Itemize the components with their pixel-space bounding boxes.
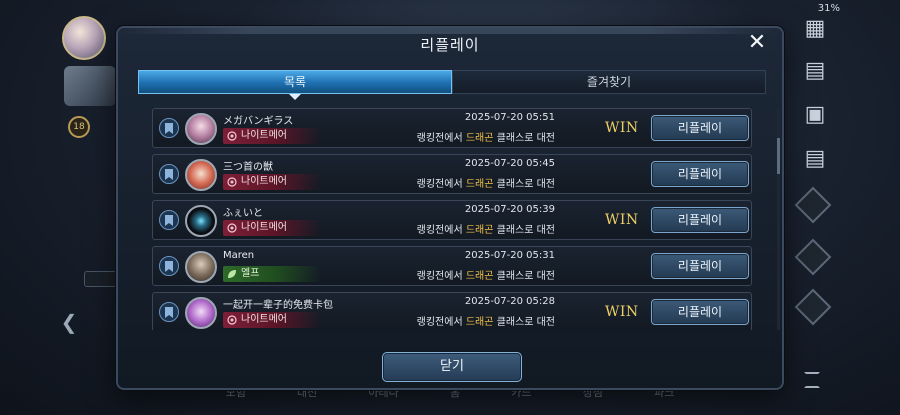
bookmark-icon[interactable]	[159, 302, 179, 322]
replay-description: 랭킹전에서 드래곤 클래스로 대전	[416, 225, 555, 236]
avatar	[185, 297, 217, 329]
level-badge: 18	[68, 116, 90, 138]
replay-row: Maren 엘프 2025-07-20 05:31 랭킹전에서 드래곤 클래스로…	[152, 246, 752, 286]
close-icon[interactable]: ✕	[746, 32, 768, 54]
replay-description: 랭킹전에서 드래곤 클래스로 대전	[416, 271, 555, 282]
replay-date: 2025-07-20 05:45	[464, 158, 555, 169]
player-name: 一起开一辈子的免费卡包	[223, 300, 333, 311]
elf-class-icon	[228, 270, 236, 278]
bookmark-icon[interactable]	[159, 164, 179, 184]
nightmare-class-icon	[227, 131, 237, 141]
replay-button[interactable]: 리플레이	[651, 253, 749, 279]
replay-description: 랭킹전에서 드래곤 클래스로 대전	[416, 317, 555, 328]
gift-icon[interactable]: ▣	[800, 100, 830, 130]
replay-button[interactable]: 리플레이	[651, 115, 749, 141]
deck-class: 드래곤	[465, 179, 494, 190]
replay-description: 랭킹전에서 드래곤 클래스로 대전	[416, 179, 555, 190]
replay-list: メガバンギラス 나이트메어 2025-07-20 05:51 랭킹전에서 드래곤…	[152, 108, 752, 330]
class-name: 엘프	[241, 268, 260, 279]
replay-date: 2025-07-20 05:28	[464, 296, 555, 307]
class-badge: 나이트메어	[223, 220, 321, 236]
player-name: 三つ首の獣	[223, 162, 273, 173]
background-tag	[84, 271, 118, 287]
avatar	[185, 159, 217, 191]
replay-row: メガバンギラス 나이트메어 2025-07-20 05:51 랭킹전에서 드래곤…	[152, 108, 752, 148]
class-badge: 나이트메어	[223, 128, 321, 144]
scroll-thumb[interactable]	[777, 138, 780, 174]
player-name: Maren	[223, 250, 255, 261]
player-name: ふぇいと	[223, 208, 263, 219]
result-label: WIN	[605, 304, 639, 320]
left-arrow-icon[interactable]: ❮	[58, 308, 80, 336]
replay-date: 2025-07-20 05:39	[464, 204, 555, 215]
avatar	[185, 251, 217, 283]
tab-list[interactable]: 목록	[138, 70, 452, 100]
replay-modal: 리플레이 ✕ 목록 즐겨찾기 メガバンギラス 나이트메어 2025-07-20 …	[116, 26, 784, 390]
modal-title: 리플레이	[420, 36, 480, 54]
result-label: WIN	[605, 212, 639, 228]
close-button[interactable]: 닫기	[382, 352, 522, 382]
deck-class: 드래곤	[465, 317, 494, 328]
profile-avatar[interactable]	[62, 16, 106, 60]
class-badge: 나이트메어	[223, 174, 321, 190]
avatar	[185, 205, 217, 237]
deck-class: 드래곤	[465, 133, 494, 144]
bookmark-icon[interactable]	[159, 210, 179, 230]
replay-date: 2025-07-20 05:31	[464, 250, 555, 261]
replay-description: 랭킹전에서 드래곤 클래스로 대전	[416, 133, 555, 144]
replay-date: 2025-07-20 05:51	[464, 112, 555, 123]
replay-button[interactable]: 리플레이	[651, 207, 749, 233]
class-name: 나이트메어	[241, 222, 287, 233]
replay-row: 一起开一辈子的免费卡包 나이트메어 2025-07-20 05:28 랭킹전에서…	[152, 292, 752, 330]
avatar	[185, 113, 217, 145]
nightmare-class-icon	[227, 177, 237, 187]
class-name: 나이트메어	[241, 314, 287, 325]
deck-class: 드래곤	[465, 271, 494, 282]
replay-button[interactable]: 리플레이	[651, 299, 749, 325]
replay-row: 三つ首の獣 나이트메어 2025-07-20 05:45 랭킹전에서 드래곤 클…	[152, 154, 752, 194]
gallery-icon[interactable]: ▤	[800, 56, 830, 86]
deck-class: 드래곤	[465, 225, 494, 236]
bookmark-icon[interactable]	[159, 256, 179, 276]
nightmare-class-icon	[227, 223, 237, 233]
grid-menu-icon[interactable]: ▦	[800, 14, 830, 44]
fullscreen-icon[interactable]	[804, 372, 820, 388]
class-name: 나이트메어	[241, 130, 287, 141]
tab-favorites[interactable]: 즐겨찾기	[452, 70, 766, 94]
class-badge: 나이트메어	[223, 312, 321, 328]
tab-bar: 목록 즐겨찾기	[138, 70, 766, 100]
bookmark-icon[interactable]	[159, 118, 179, 138]
player-name: メガバンギラス	[223, 116, 294, 127]
nightmare-class-icon	[227, 315, 237, 325]
class-badge: 엘프	[223, 266, 321, 282]
scroll-icon[interactable]: ▤	[800, 144, 830, 174]
replay-row: ふぇいと 나이트메어 2025-07-20 05:39 랭킹전에서 드래곤 클래…	[152, 200, 752, 240]
result-label: WIN	[605, 120, 639, 136]
replay-button[interactable]: 리플레이	[651, 161, 749, 187]
class-name: 나이트메어	[241, 176, 287, 187]
scrollbar[interactable]	[777, 108, 780, 330]
character-thumbnail[interactable]	[64, 66, 116, 106]
